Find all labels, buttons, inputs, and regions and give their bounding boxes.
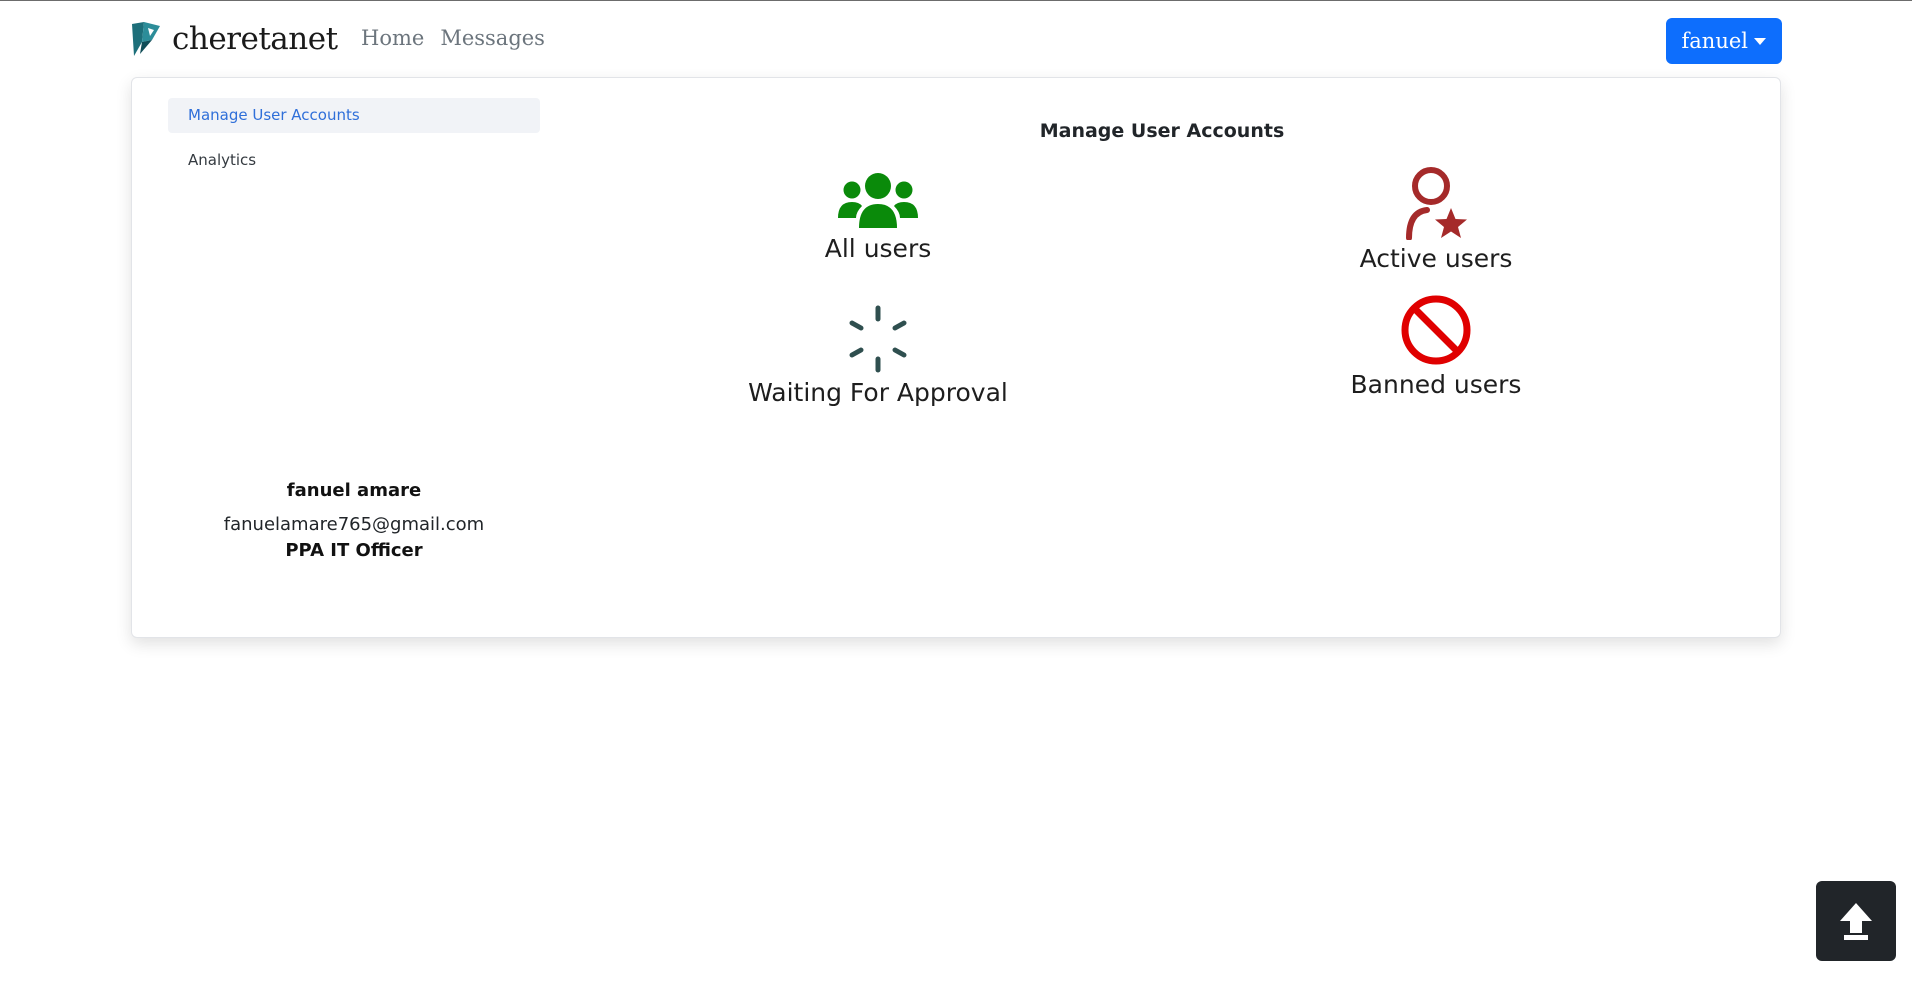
- nav-links: Home Messages: [361, 26, 545, 50]
- sidebar: Manage User Accounts Analytics: [168, 98, 540, 188]
- page-title: Manage User Accounts: [1039, 120, 1285, 142]
- users-group-icon: [838, 173, 918, 228]
- user-menu-button[interactable]: fanuel: [1665, 18, 1782, 64]
- profile-role: PPA IT Officer: [285, 540, 423, 561]
- tile-waiting-for-approval[interactable]: Waiting For Approval: [698, 304, 1058, 407]
- top-navbar: cheretanet Home Messages fanuel: [130, 16, 1782, 66]
- tile-label-banned-users: Banned users: [1350, 370, 1522, 399]
- user-menu-label: fanuel: [1681, 29, 1749, 53]
- cheretanet-logo-icon: [132, 22, 160, 56]
- nav-link-home[interactable]: Home: [361, 26, 424, 50]
- tile-banned-users[interactable]: Banned users: [1256, 294, 1616, 399]
- profile-email: fanuelamare765@gmail.com: [223, 514, 485, 535]
- spinner-icon: [849, 305, 907, 373]
- tile-label-active-users: Active users: [1359, 244, 1513, 273]
- user-star-icon: [1406, 167, 1467, 240]
- tile-label-waiting-for-approval: Waiting For Approval: [748, 378, 1008, 407]
- tile-active-users[interactable]: Active users: [1256, 166, 1616, 273]
- arrow-up-icon: [1840, 903, 1872, 940]
- brand-name: cheretanet: [172, 21, 338, 57]
- tile-all-users[interactable]: All users: [698, 170, 1058, 263]
- tile-label-all-users: All users: [824, 234, 932, 263]
- caret-down-icon: [1754, 37, 1766, 45]
- scroll-to-top-button[interactable]: [1816, 881, 1896, 961]
- profile-name: fanuel amare: [286, 480, 422, 501]
- profile-panel: fanuel amare fanuelamare765@gmail.com PP…: [168, 480, 540, 561]
- sidebar-item-analytics[interactable]: Analytics: [168, 143, 540, 178]
- ban-icon: [1401, 295, 1471, 365]
- dashboard-card: Manage User Accounts Analytics fanuel am…: [131, 77, 1781, 638]
- brand-link[interactable]: cheretanet: [130, 20, 338, 58]
- sidebar-item-manage-user-accounts[interactable]: Manage User Accounts: [168, 98, 540, 133]
- nav-link-messages[interactable]: Messages: [440, 26, 545, 50]
